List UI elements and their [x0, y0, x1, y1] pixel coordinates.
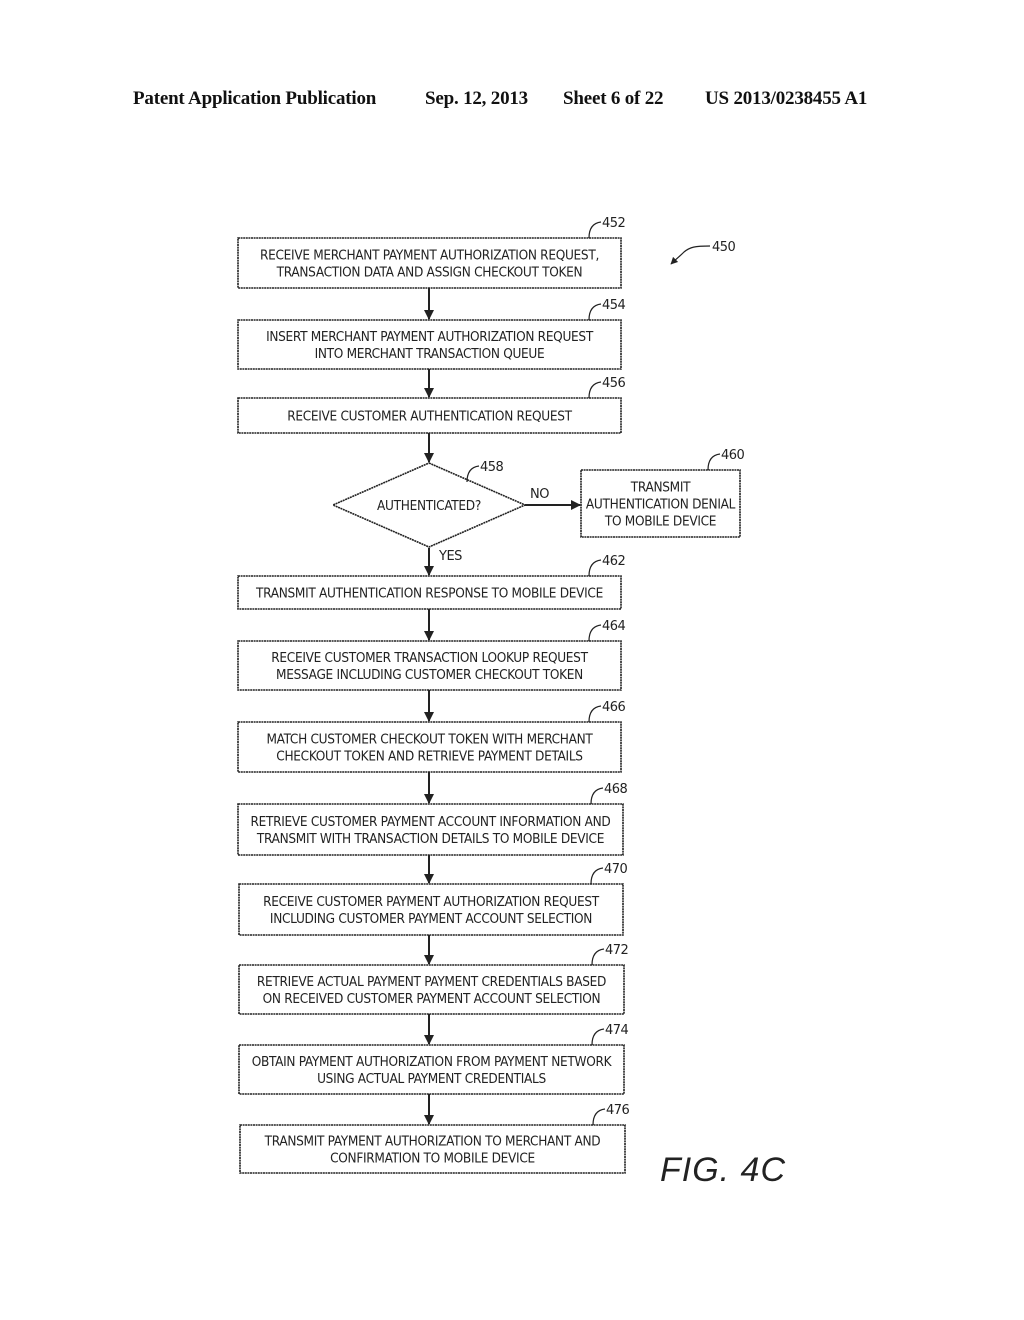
step-470: RECEIVE CUSTOMER PAYMENT AUTHORIZATION R…	[238, 862, 628, 936]
ref-leader-line	[590, 867, 604, 885]
ref-leader-line	[592, 1108, 606, 1126]
figure-ref-arrow-icon	[670, 245, 711, 265]
step-text-line: AUTHENTICATION DENIAL	[586, 497, 736, 513]
step-ref-number: 472	[605, 943, 628, 958]
step-466: MATCH CUSTOMER CHECKOUT TOKEN WITH MERCH…	[237, 700, 626, 773]
step-text-line: USING ACTUAL PAYMENT CREDENTIALS	[317, 1071, 546, 1087]
step-text-line: RETRIEVE CUSTOMER PAYMENT ACCOUNT INFORM…	[251, 814, 611, 830]
step-474: OBTAIN PAYMENT AUTHORIZATION FROM PAYMEN…	[238, 1023, 629, 1095]
step-text-line: MESSAGE INCLUDING CUSTOMER CHECKOUT TOKE…	[276, 667, 583, 683]
step-ref-number: 456	[602, 376, 626, 391]
step-ref-number: 476	[606, 1103, 630, 1118]
step-472: RETRIEVE ACTUAL PAYMENT PAYMENT CREDENTI…	[238, 943, 629, 1015]
figure-label: FIG. 4C	[660, 1151, 786, 1189]
ref-leader-line	[590, 787, 604, 805]
step-text-line: TRANSMIT PAYMENT AUTHORIZATION TO MERCHA…	[264, 1134, 601, 1150]
ref-leader-line	[591, 1028, 605, 1046]
step-text-line: CHECKOUT TOKEN AND RETRIEVE PAYMENT DETA…	[276, 749, 583, 765]
step-ref-number: 466	[602, 700, 626, 715]
ref-leader-line	[588, 559, 602, 577]
step-text-line: RETRIEVE ACTUAL PAYMENT PAYMENT CREDENTI…	[257, 974, 606, 990]
step-456: RECEIVE CUSTOMER AUTHENTICATION REQUEST 4…	[237, 376, 626, 434]
step-text-line: RECEIVE CUSTOMER PAYMENT AUTHORIZATION R…	[263, 894, 600, 910]
step-476: TRANSMIT PAYMENT AUTHORIZATION TO MERCHA…	[239, 1103, 630, 1174]
step-text-line: INSERT MERCHANT PAYMENT AUTHORIZATION RE…	[266, 329, 594, 345]
step-text-line: RECEIVE CUSTOMER TRANSACTION LOOKUP REQU…	[271, 650, 588, 666]
ref-leader-line	[707, 453, 721, 471]
ref-leader-line	[588, 624, 602, 642]
step-text-line: ON RECEIVED CUSTOMER PAYMENT ACCOUNT SEL…	[263, 991, 601, 1007]
step-text-line: TRANSMIT WITH TRANSACTION DETAILS TO MOB…	[256, 831, 604, 847]
ref-leader-line	[588, 303, 602, 321]
step-ref-number: 452	[602, 216, 625, 231]
ref-leader-line	[591, 948, 605, 966]
step-text-line: MATCH CUSTOMER CHECKOUT TOKEN WITH MERCH…	[266, 732, 593, 748]
step-text-line: TO MOBILE DEVICE	[604, 514, 716, 530]
step-text-line: RECEIVE MERCHANT PAYMENT AUTHORIZATION R…	[260, 248, 599, 264]
step-text-line: RECEIVE CUSTOMER AUTHENTICATION REQUEST	[287, 409, 572, 425]
ref-leader-line	[588, 381, 602, 399]
step-460: TRANSMITAUTHENTICATION DENIALTO MOBILE D…	[580, 448, 745, 538]
step-text-line: INCLUDING CUSTOMER PAYMENT ACCOUNT SELEC…	[270, 911, 592, 927]
branch-yes-label: YES	[438, 549, 462, 564]
step-ref-number: 462	[602, 554, 625, 569]
step-462: TRANSMIT AUTHENTICATION RESPONSE TO MOBI…	[237, 554, 626, 610]
step-ref-number: 454	[602, 298, 626, 313]
step-454: INSERT MERCHANT PAYMENT AUTHORIZATION RE…	[237, 298, 626, 370]
step-text-line: TRANSACTION DATA AND ASSIGN CHECKOUT TOK…	[276, 265, 583, 281]
step-text-line: TRANSMIT AUTHENTICATION RESPONSE TO MOBI…	[255, 586, 603, 602]
step-464: RECEIVE CUSTOMER TRANSACTION LOOKUP REQU…	[237, 619, 626, 691]
figure-ref-label: 450	[712, 240, 736, 255]
step-text-line: INTO MERCHANT TRANSACTION QUEUE	[315, 346, 545, 362]
step-text-line: TRANSMIT	[630, 480, 691, 496]
step-ref-number: 474	[605, 1023, 629, 1038]
flowchart: 450 RECEIVE MERCHANT PAYMENT AUTHORIZATI…	[237, 216, 786, 1189]
step-text-line: AUTHENTICATED?	[377, 498, 481, 514]
step-text-line: OBTAIN PAYMENT AUTHORIZATION FROM PAYMEN…	[252, 1054, 613, 1070]
step-458: AUTHENTICATED? 458	[331, 460, 527, 548]
step-ref-number: 460	[721, 448, 745, 463]
step-ref-number: 468	[604, 782, 628, 797]
step-ref-number: 458	[480, 460, 504, 475]
step-ref-number: 464	[602, 619, 626, 634]
ref-leader-line	[588, 705, 602, 723]
step-ref-number: 470	[604, 862, 628, 877]
figure-ref-450: 450	[670, 240, 736, 265]
step-text-line: CONFIRMATION TO MOBILE DEVICE	[330, 1151, 535, 1167]
step-452: RECEIVE MERCHANT PAYMENT AUTHORIZATION R…	[237, 216, 626, 289]
branch-no-label: NO	[530, 487, 549, 502]
ref-leader-line	[588, 221, 602, 239]
step-468: RETRIEVE CUSTOMER PAYMENT ACCOUNT INFORM…	[237, 782, 628, 856]
